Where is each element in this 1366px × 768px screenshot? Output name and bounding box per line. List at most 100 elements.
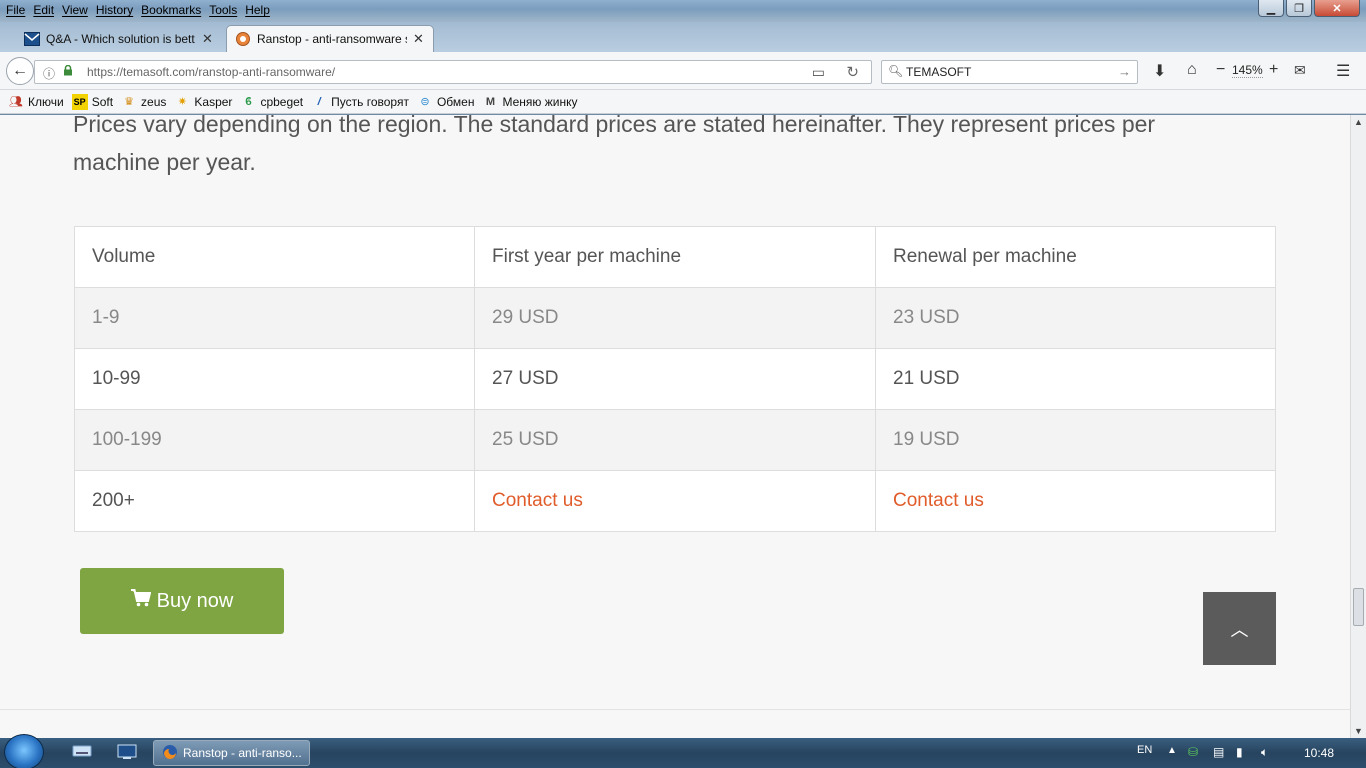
url-host: https://temasoft.com [87,65,196,79]
address-bar[interactable]: ⓘ https://temasoft.com/ranstop-anti-rans… [34,60,872,84]
star-icon: ✷ [177,96,188,108]
exchange-icon: ⊜ [420,96,430,108]
m-icon: M [485,95,496,108]
bookmark-label: Обмен [436,94,475,109]
buy-now-label: Buy now [156,589,234,612]
scroll-up-icon[interactable]: ▲ [1354,117,1363,127]
pricing-intro-text: Prices vary depending on the region. The… [73,115,1156,175]
signal-icon[interactable]: ▮ [1236,745,1243,759]
bookmark-item[interactable]: ϐ cpbeget [240,94,303,110]
bookmark-item[interactable]: / Пусть говорят [311,94,409,110]
reload-icon[interactable]: ↻ [846,63,859,81]
scrollbar-thumb[interactable] [1353,588,1364,626]
menu-bar: File Edit View History Bookmarks Tools H… [4,2,276,17]
network-sync-icon[interactable]: ⛁ [1188,745,1198,759]
crown-icon: ♛ [124,96,134,108]
back-button[interactable]: ← [6,57,34,85]
task-title: Ranstop - anti-ranso... [183,746,302,760]
minimize-button[interactable]: ▁ [1258,0,1284,17]
volume-cell: 200+ [74,470,475,532]
menu-file[interactable]: File [4,2,31,17]
contact-us-link[interactable]: Contact us [474,470,876,532]
bookmark-label: Soft [91,94,114,109]
volume-cell: 100-199 [74,409,475,471]
navigation-toolbar: ⓘ https://temasoft.com/ranstop-anti-rans… [0,52,1366,90]
bookmark-item[interactable]: ⊜ Обмен [417,94,475,110]
hamburger-menu-icon[interactable]: ☰ [1336,61,1350,81]
close-icon: ✕ [1332,2,1342,15]
table-row: 200+ Contact us Contact us [74,470,1276,532]
scroll-to-top-button[interactable]: ︿ [1203,592,1276,665]
taskbar-firefox-task[interactable]: Ranstop - anti-ranso... [153,740,310,766]
menu-view[interactable]: View [60,2,94,17]
renewal-price-cell: 23 USD [875,287,1276,349]
bookmark-item[interactable]: ♛ zeus [121,94,166,110]
window-controls: ▁ ❐ ✕ [1258,0,1360,17]
b-icon: ϐ [245,95,252,108]
search-go-icon[interactable]: → [1118,64,1131,79]
sp-icon: SP [71,93,88,110]
volume-cell: 10-99 [74,348,475,410]
contact-us-link[interactable]: Contact us [875,470,1276,532]
tab-qa[interactable]: Q&A - Which solution is bett ✕ [16,25,222,52]
search-icon: 🔍︎ [888,64,904,78]
home-icon[interactable]: ⌂ [1187,61,1197,79]
chevron-up-icon: ︿ [1230,619,1249,640]
zoom-in-icon[interactable]: + [1269,61,1278,79]
url-text: https://temasoft.com/ranstop-anti-ransom… [87,65,335,79]
bookmark-item[interactable]: M Меняю жинку [482,94,578,110]
bookmark-item[interactable]: SP Soft [71,93,114,110]
clock[interactable]: 10:48 [1304,746,1334,760]
volume-icon[interactable]: 🔈︎ [1261,745,1268,760]
pricing-table: Volume First year per machine Renewal pe… [74,226,1276,532]
shopping-cart-icon [130,589,151,613]
bookmark-label: Пусть говорят [331,94,409,109]
windows-taskbar: Ranstop - anti-ranso... EN ▲ ⛁ ▤ ▮ 🔈︎ 10… [0,734,1366,768]
menu-help[interactable]: Help [243,2,276,17]
search-input[interactable]: TEMASOFT [906,65,971,79]
back-arrow-icon: ← [12,62,28,79]
downloads-icon[interactable]: ⬇ [1153,61,1166,81]
language-indicator[interactable]: EN [1137,744,1152,756]
bookmark-label: Kasper [194,94,233,109]
buy-now-button[interactable]: Buy now [80,568,284,634]
firefox-icon [162,744,178,763]
zoom-level[interactable]: 145% [1232,63,1263,78]
close-tab-icon[interactable]: ✕ [413,31,424,47]
bookmark-item[interactable]: 👥︎ Ключи [8,94,64,110]
start-button[interactable] [4,734,44,768]
clipboard-icon[interactable]: ▤ [1213,745,1224,759]
show-hidden-icons-icon[interactable]: ▲ [1167,745,1177,756]
bookmark-label: zeus [141,94,167,109]
bookmark-label: Ключи [28,94,64,109]
info-icon[interactable]: ⓘ [43,65,55,82]
tab-ranstop[interactable]: Ranstop - anti-ransomware s ✕ [226,25,434,52]
mail-toolbar-icon[interactable]: ✉ [1294,62,1306,79]
menu-tools[interactable]: Tools [207,2,243,17]
url-path: /ranstop-anti-ransomware/ [195,65,336,79]
zoom-out-icon[interactable]: − [1216,61,1225,79]
restore-button[interactable]: ❐ [1286,0,1312,17]
menu-bookmarks[interactable]: Bookmarks [139,2,207,17]
menu-edit[interactable]: Edit [31,2,60,17]
restore-icon: ❐ [1294,2,1304,15]
table-row: 100-199 25 USD 19 USD [74,409,1276,471]
page-scrollbar[interactable]: ▲ ▼ [1350,115,1366,738]
search-bar[interactable]: 🔍︎ TEMASOFT → [881,60,1138,84]
lock-icon [63,64,73,76]
show-desktop-icon[interactable] [117,744,137,762]
reader-view-icon[interactable]: ▭ [812,64,825,81]
column-header-first-year: First year per machine [474,226,876,288]
temasoft-icon [235,31,251,47]
close-window-button[interactable]: ✕ [1314,0,1360,17]
table-row: 1-9 29 USD 23 USD [74,287,1276,349]
keyboard-icon[interactable] [72,744,92,762]
menu-history[interactable]: History [94,2,139,17]
minimize-icon: ▁ [1266,2,1276,15]
page-content: Prices vary depending on the region. The… [0,115,1350,738]
bookmark-item[interactable]: ✷ Kasper [174,94,233,110]
scroll-down-icon[interactable]: ▼ [1354,726,1363,736]
window-titlebar: File Edit View History Bookmarks Tools H… [0,0,1366,22]
table-header-row: Volume First year per machine Renewal pe… [74,226,1276,288]
close-tab-icon[interactable]: ✕ [202,31,213,47]
